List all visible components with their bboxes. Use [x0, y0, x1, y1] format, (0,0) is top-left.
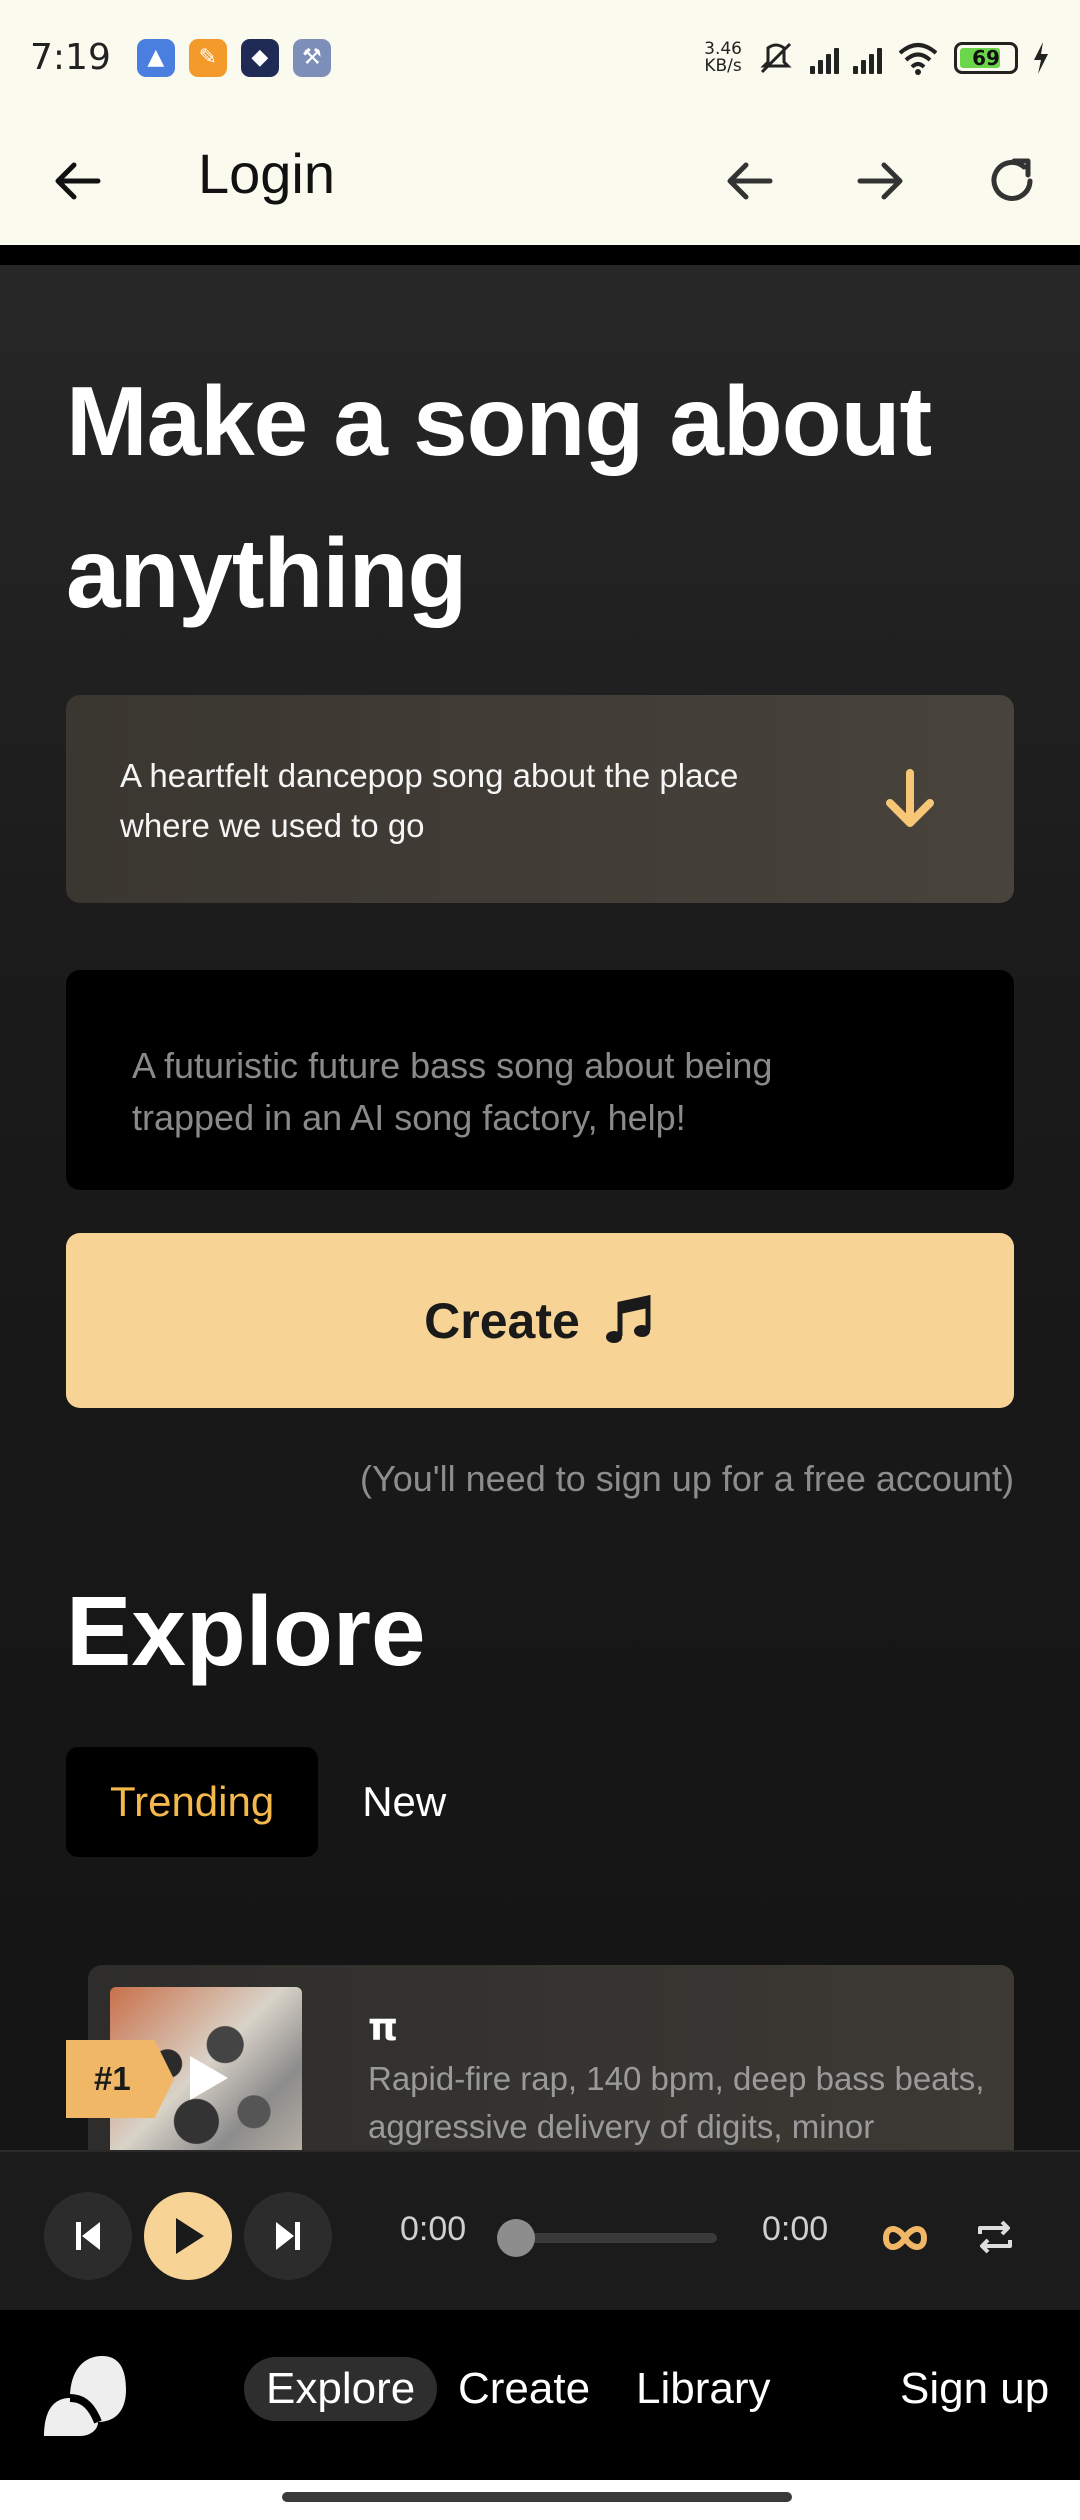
page-title: Login — [198, 142, 336, 205]
current-time: 0:00 — [400, 2210, 467, 2248]
play-button[interactable] — [144, 2192, 232, 2280]
charging-icon — [1034, 41, 1048, 74]
create-button[interactable]: Create — [66, 1233, 1014, 1408]
browser-forward-icon[interactable] — [852, 153, 908, 209]
cat-app-icon: ◆ — [240, 38, 279, 77]
back-arrow-icon[interactable] — [50, 153, 106, 209]
app-logo-icon[interactable] — [40, 2350, 130, 2440]
explore-title: Explore — [66, 1576, 426, 1686]
music-note-icon — [605, 1294, 651, 1343]
battery-icon: 69 — [954, 41, 1018, 74]
main-content: Make a song about anything A heartfelt d… — [0, 265, 1080, 2150]
tab-new[interactable]: New — [318, 1747, 490, 1857]
status-bar: 7:19 ▲ ✎ ◆ ⚒ 3.46 KB/s 69 — [0, 0, 1080, 115]
rank-badge: #1 — [66, 2040, 174, 2118]
status-time: 7:19 — [30, 37, 111, 78]
hero-title: Make a song about anything — [66, 366, 932, 628]
audio-player: 0:00 0:00 — [0, 2150, 1080, 2310]
skip-next-button[interactable] — [244, 2192, 332, 2280]
signal-1-icon — [810, 42, 839, 74]
mute-vibrate-icon — [760, 42, 792, 73]
signal-2-icon — [853, 42, 882, 74]
nav-sign-up[interactable]: Sign up — [900, 2357, 1049, 2421]
prompt-suggestion-card[interactable]: A heartfelt dancepop song about the plac… — [66, 695, 1014, 903]
progress-slider[interactable] — [497, 2219, 717, 2257]
song-prompt-input[interactable]: A futuristic future bass song about bein… — [66, 970, 1014, 1190]
wrench-app-icon: ⚒ — [292, 38, 331, 77]
progress-knob[interactable] — [497, 2219, 535, 2257]
battery-level: 69 — [972, 45, 1000, 70]
network-speed: 3.46 KB/s — [704, 38, 742, 76]
status-indicators: 3.46 KB/s 69 — [704, 40, 1050, 76]
browser-back-icon[interactable] — [722, 153, 778, 209]
skip-next-icon — [276, 2222, 300, 2250]
bottom-navigation: Explore Create Library Sign up — [0, 2310, 1080, 2480]
song-card[interactable]: π Rapid-fire rap, 140 bpm, deep bass bea… — [88, 1965, 1014, 2150]
repeat-icon[interactable] — [972, 2214, 1018, 2260]
play-icon — [176, 2218, 204, 2254]
signup-note: (You'll need to sign up for a free accou… — [360, 1458, 1014, 1499]
total-time: 0:00 — [762, 2210, 829, 2248]
network-speed-value: 3.46 — [704, 38, 742, 59]
create-button-label: Create — [424, 1292, 580, 1349]
song-prompt-placeholder: A futuristic future bass song about bein… — [132, 1045, 773, 1138]
song-title[interactable]: π — [368, 2005, 398, 2049]
infinity-loop-icon[interactable] — [880, 2218, 930, 2258]
home-indicator[interactable] — [282, 2492, 792, 2502]
wifi-icon — [898, 42, 938, 75]
explore-tabs: Trending New — [66, 1747, 490, 1857]
network-speed-unit: KB/s — [704, 55, 742, 76]
prompt-suggestion-text: A heartfelt dancepop song about the plac… — [120, 757, 739, 844]
skip-previous-icon — [76, 2222, 100, 2250]
orange-app-icon: ✎ — [188, 38, 227, 77]
play-icon[interactable] — [178, 2050, 234, 2106]
gallery-app-icon: ▲ — [136, 38, 175, 77]
arrow-down-icon — [886, 769, 934, 827]
refresh-icon[interactable] — [984, 153, 1040, 209]
nav-library[interactable]: Library — [636, 2357, 771, 2421]
nav-create[interactable]: Create — [458, 2357, 590, 2421]
app-bar: Login — [0, 115, 1080, 255]
song-description: Rapid-fire rap, 140 bpm, deep bass beats… — [368, 2060, 985, 2145]
tab-trending[interactable]: Trending — [66, 1747, 319, 1857]
notification-icons: ▲ ✎ ◆ ⚒ — [136, 38, 331, 77]
skip-previous-button[interactable] — [44, 2192, 132, 2280]
nav-explore[interactable]: Explore — [244, 2357, 438, 2421]
